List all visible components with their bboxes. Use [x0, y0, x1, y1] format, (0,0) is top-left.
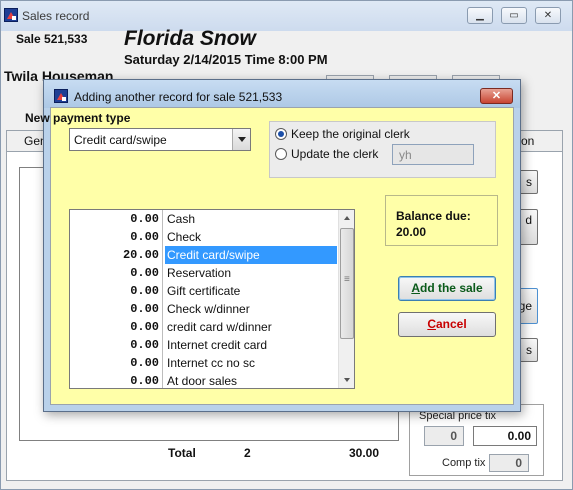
payment-list[interactable]: 0.00 Cash 0.00 Check 20.00 Credit card/s… — [69, 209, 355, 389]
payment-amount[interactable]: 0.00 — [70, 228, 163, 246]
list-item[interactable]: 0.00 Reservation — [70, 264, 337, 282]
arrow-down-icon[interactable] — [339, 372, 354, 388]
payment-list-scrollbar[interactable] — [338, 210, 354, 388]
total-count: 2 — [244, 446, 251, 460]
list-item[interactable]: 20.00 Credit card/swipe — [70, 246, 337, 264]
payment-name: At door sales — [167, 374, 238, 388]
list-item[interactable]: 0.00 At door sales — [70, 372, 337, 388]
update-clerk-label[interactable]: Update the clerk — [291, 147, 378, 161]
dialog-close-button[interactable]: ✕ — [480, 88, 513, 104]
payment-amount[interactable]: 20.00 — [70, 246, 163, 264]
payment-name: Internet cc no sc — [167, 356, 256, 370]
update-clerk-radio[interactable] — [275, 148, 287, 160]
special-price-amount[interactable]: 0.00 — [473, 426, 537, 446]
keep-clerk-label[interactable]: Keep the original clerk — [291, 127, 410, 141]
payment-name: Reservation — [167, 266, 232, 280]
arrow-up-icon[interactable] — [339, 210, 354, 226]
payment-name: Gift certificate — [167, 284, 241, 298]
close-button[interactable]: ✕ — [535, 7, 561, 24]
total-label: Total — [168, 446, 196, 460]
sale-number-label: Sale 521,533 — [16, 32, 88, 46]
event-title: Florida Snow — [124, 27, 256, 50]
payment-amount[interactable]: 0.00 — [70, 372, 163, 388]
comp-tix-value: 0 — [489, 454, 529, 472]
special-price-count: 0 — [424, 426, 464, 446]
total-amount: 30.00 — [349, 446, 380, 460]
payment-name: Credit card/swipe — [165, 246, 337, 264]
payment-name: Internet credit card — [167, 338, 268, 352]
payment-amount[interactable]: 0.00 — [70, 282, 163, 300]
comp-tix-label: Comp tix — [442, 457, 486, 469]
keep-clerk-radio[interactable] — [275, 128, 287, 140]
payment-amount[interactable]: 0.00 — [70, 300, 163, 318]
balance-due-label: Balance due: — [396, 209, 471, 223]
payment-amount[interactable]: 0.00 — [70, 264, 163, 282]
payment-amount[interactable]: 0.00 — [70, 354, 163, 372]
payment-type-label: New payment type — [25, 111, 131, 125]
list-item[interactable]: 0.00 Check w/dinner — [70, 300, 337, 318]
window-title: Sales record — [22, 9, 90, 23]
payment-name: Check — [167, 230, 202, 244]
payment-amount[interactable]: 0.00 — [70, 336, 163, 354]
payment-amount[interactable]: 0.00 — [70, 210, 163, 228]
scrollbar-thumb[interactable] — [340, 228, 354, 339]
payment-type-select[interactable]: Credit card/swipe — [69, 128, 251, 151]
balance-due-value: 20.00 — [396, 225, 427, 239]
dialog-title: Adding another record for sale 521,533 — [74, 90, 283, 104]
list-item[interactable]: 0.00 Gift certificate — [70, 282, 337, 300]
app-icon — [4, 8, 18, 22]
tab-other[interactable]: on — [521, 134, 534, 148]
minimize-button[interactable]: ▁ — [467, 7, 493, 24]
event-date: Saturday 2/14/2015 Time 8:00 PM — [124, 52, 328, 67]
list-item[interactable]: 0.00 credit card w/dinner — [70, 318, 337, 336]
chevron-down-icon[interactable] — [232, 129, 250, 150]
cancel-button[interactable]: Cancel — [398, 312, 496, 337]
payment-type-value: Credit card/swipe — [74, 133, 167, 147]
payment-name: Check w/dinner — [167, 302, 250, 316]
payment-name: Cash — [167, 212, 196, 226]
list-item[interactable]: 0.00 Check — [70, 228, 337, 246]
maximize-button[interactable]: ▭ — [501, 7, 527, 24]
dialog-app-icon — [54, 89, 68, 103]
list-item[interactable]: 0.00 Internet cc no sc — [70, 354, 337, 372]
clerk-initials-field[interactable] — [392, 144, 474, 165]
add-sale-button[interactable]: Add the sale — [398, 276, 496, 301]
list-item[interactable]: 0.00 Cash — [70, 210, 337, 228]
payment-amount[interactable]: 0.00 — [70, 318, 163, 336]
list-item[interactable]: 0.00 Internet credit card — [70, 336, 337, 354]
payment-name: credit card w/dinner — [167, 320, 272, 334]
